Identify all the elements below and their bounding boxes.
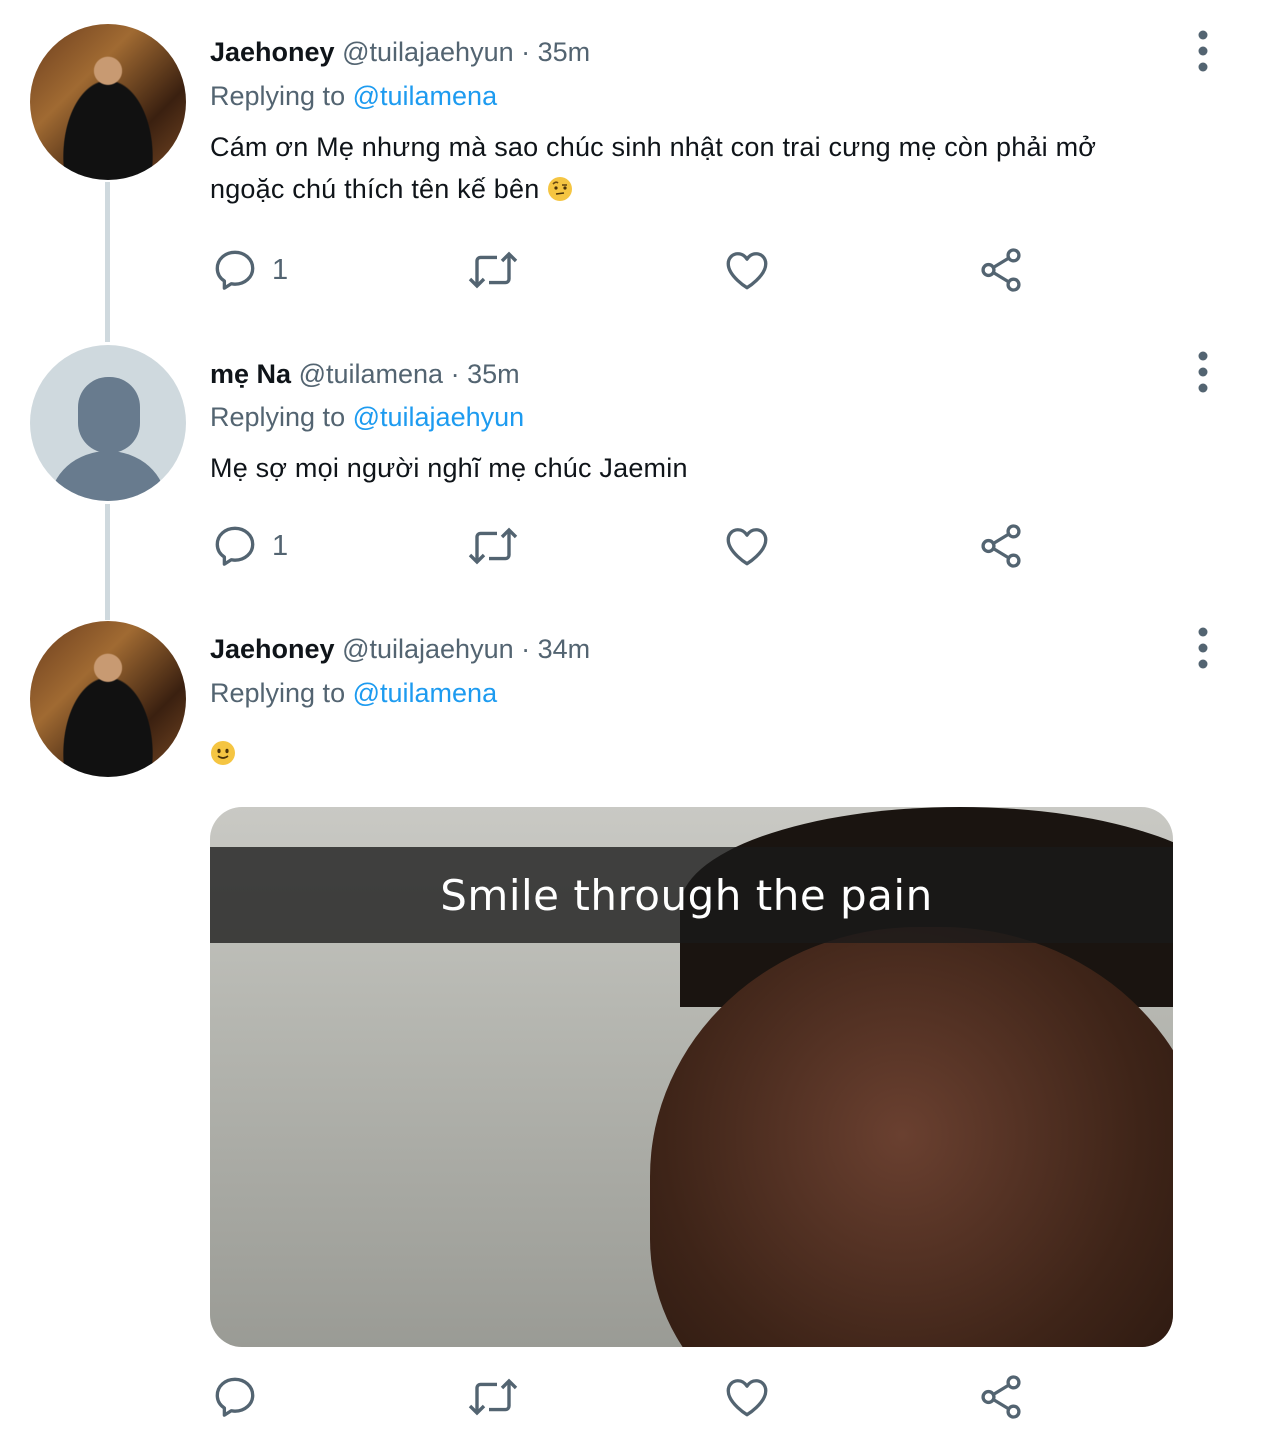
mention-link[interactable]: @tuilamena: [353, 81, 497, 111]
retweet-icon: [468, 251, 518, 289]
handle[interactable]: @tuilajaehyun: [342, 634, 514, 664]
tweet-header: Jaehoney @tuilajaehyun · 34m: [210, 632, 590, 666]
display-name[interactable]: mẹ Na: [210, 359, 291, 389]
retweet-button[interactable]: [465, 1367, 521, 1427]
tweet-text: [210, 732, 1170, 774]
retweet-button[interactable]: [465, 516, 521, 576]
reply-button[interactable]: [210, 1367, 272, 1427]
like-button[interactable]: [722, 240, 772, 300]
tweet-text-content: Mẹ sợ mọi người nghĩ mẹ chúc Jaemin: [210, 453, 688, 483]
reply-icon: [215, 1377, 255, 1417]
thread-connector: [105, 182, 110, 342]
tweet-actions: 1: [210, 240, 1110, 300]
replying-to-label: Replying to: [210, 402, 346, 432]
thread-connector: [105, 504, 110, 620]
timestamp[interactable]: 35m: [467, 359, 520, 389]
handle[interactable]: @tuilajaehyun: [342, 37, 514, 67]
replying-to: Replying to @tuilajaehyun: [210, 400, 524, 434]
more-vertical-icon[interactable]: [1188, 29, 1218, 73]
replying-to-label: Replying to: [210, 678, 346, 708]
reply-icon: [215, 250, 255, 290]
tweet-actions: 1: [210, 516, 1110, 576]
reply-button[interactable]: 1: [210, 516, 288, 576]
tweet-actions: [210, 1367, 1110, 1427]
more-vertical-icon[interactable]: [1188, 626, 1218, 670]
retweet-icon: [468, 527, 518, 565]
share-icon: [981, 524, 1021, 568]
share-button[interactable]: [976, 516, 1026, 576]
share-button[interactable]: [976, 240, 1026, 300]
tweet-text: Mẹ sợ mọi người nghĩ mẹ chúc Jaemin: [210, 447, 1170, 489]
tweet-text-content: Cám ơn Mẹ nhưng mà sao chúc sinh nhật co…: [210, 132, 1097, 204]
default-avatar-icon: [50, 377, 166, 501]
raised-eyebrow-emoji: [548, 177, 573, 201]
replying-to: Replying to @tuilamena: [210, 676, 497, 710]
display-name[interactable]: Jaehoney: [210, 37, 335, 67]
timestamp[interactable]: 35m: [538, 37, 591, 67]
more-vertical-icon[interactable]: [1188, 350, 1218, 394]
mention-link[interactable]: @tuilamena: [353, 678, 497, 708]
separator: ·: [521, 634, 531, 664]
tweet-text: Cám ơn Mẹ nhưng mà sao chúc sinh nhật co…: [210, 126, 1170, 210]
replying-to-label: Replying to: [210, 81, 346, 111]
reply-button[interactable]: 1: [210, 240, 288, 300]
share-icon: [981, 1375, 1021, 1419]
reply-icon: [215, 526, 255, 566]
tweet-header: mẹ Na @tuilamena · 35m: [210, 357, 520, 391]
timestamp[interactable]: 34m: [538, 634, 591, 664]
separator: ·: [521, 37, 531, 67]
separator: ·: [450, 359, 460, 389]
like-button[interactable]: [722, 516, 772, 576]
avatar[interactable]: [30, 621, 186, 777]
media-caption-bar: Smile through the pain: [210, 847, 1173, 943]
display-name[interactable]: Jaehoney: [210, 634, 335, 664]
slightly-smiling-face-emoji: [211, 741, 235, 765]
share-button[interactable]: [976, 1367, 1026, 1427]
heart-icon: [726, 1379, 768, 1417]
reply-count: 1: [272, 529, 289, 562]
like-button[interactable]: [722, 1367, 772, 1427]
retweet-icon: [468, 1378, 518, 1416]
avatar[interactable]: [30, 24, 186, 180]
heart-icon: [726, 252, 768, 290]
retweet-button[interactable]: [465, 240, 521, 300]
handle[interactable]: @tuilamena: [299, 359, 443, 389]
reply-count: 1: [272, 253, 289, 286]
tweet-media-image[interactable]: Smile through the pain: [210, 807, 1173, 1347]
mention-link[interactable]: @tuilajaehyun: [353, 402, 525, 432]
heart-icon: [726, 528, 768, 566]
media-caption: Smile through the pain: [440, 870, 933, 920]
default-avatar[interactable]: [30, 345, 186, 501]
share-icon: [981, 248, 1021, 292]
replying-to: Replying to @tuilamena: [210, 79, 497, 113]
tweet-header: Jaehoney @tuilajaehyun · 35m: [210, 35, 590, 69]
